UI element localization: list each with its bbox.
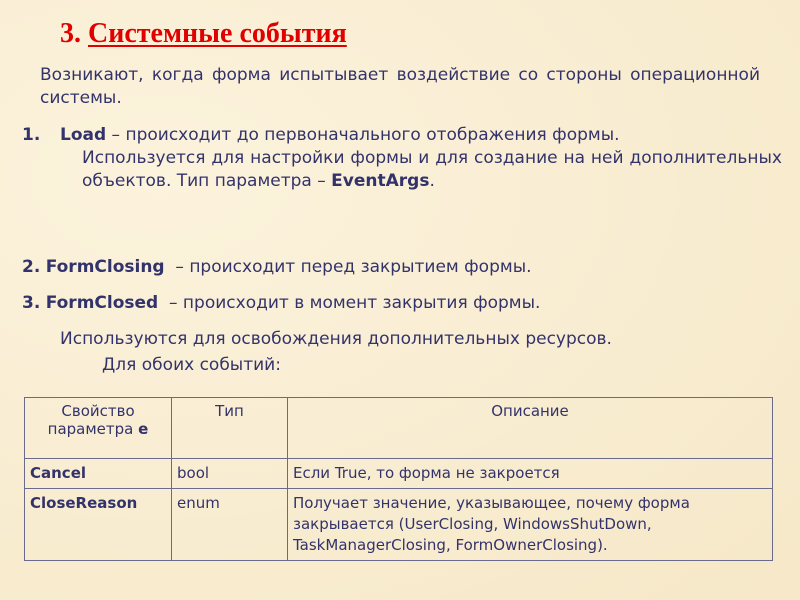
item-number: 3. [22,293,41,313]
period: . [429,171,435,191]
event-formclosing: 2. FormClosing – происходит перед закрыт… [22,256,532,279]
slide-title: 3. Системные события [60,18,347,50]
table-row: Cancel bool Если True, то форма не закро… [24,458,773,489]
event-desc: – происходит перед закрытием формы. [164,257,532,277]
cell-property: Cancel [24,458,172,489]
cell-type: enum [171,488,288,561]
cell-type: bool [171,458,288,489]
table-row: CloseReason enum Получает значение, указ… [24,488,773,561]
header-property: Свойство параметра e [24,397,172,459]
item-number: 2. [22,257,41,277]
event-load: 1. Load – происходит до первоначального … [22,124,782,193]
title-text: Системные события [88,18,347,49]
cell-description: Получает значение, указывающее, почему ф… [287,488,773,561]
header-type: Тип [171,397,288,459]
header-property-text: Свойство параметра [47,402,139,438]
event-formclosed: 3. FormClosed – происходит в момент закр… [22,292,540,315]
table-header-row: Свойство параметра e Тип Описание [24,397,773,459]
cell-description: Если True, то форма не закроется [287,458,773,489]
usage-note: Используются для освобождения дополнител… [60,329,612,349]
event-name: Load [60,125,107,145]
event-desc: – происходит в момент закрытия формы. [158,293,541,313]
title-number: 3. [60,18,81,49]
event-name: FormClosing [45,257,165,277]
intro-paragraph: Возникают, когда форма испытывает воздей… [40,65,760,108]
header-property-param: e [138,420,149,438]
cell-property: CloseReason [24,488,172,561]
properties-table: Свойство параметра e Тип Описание Cancel… [24,397,773,561]
event-name: FormClosed [45,293,159,313]
both-events-label: Для обоих событий: [102,355,281,375]
header-description: Описание [287,397,773,459]
event-desc: – происходит до первоначального отображе… [106,125,620,145]
item-number: 1. [22,125,41,145]
param-type: EventArgs [331,171,430,191]
